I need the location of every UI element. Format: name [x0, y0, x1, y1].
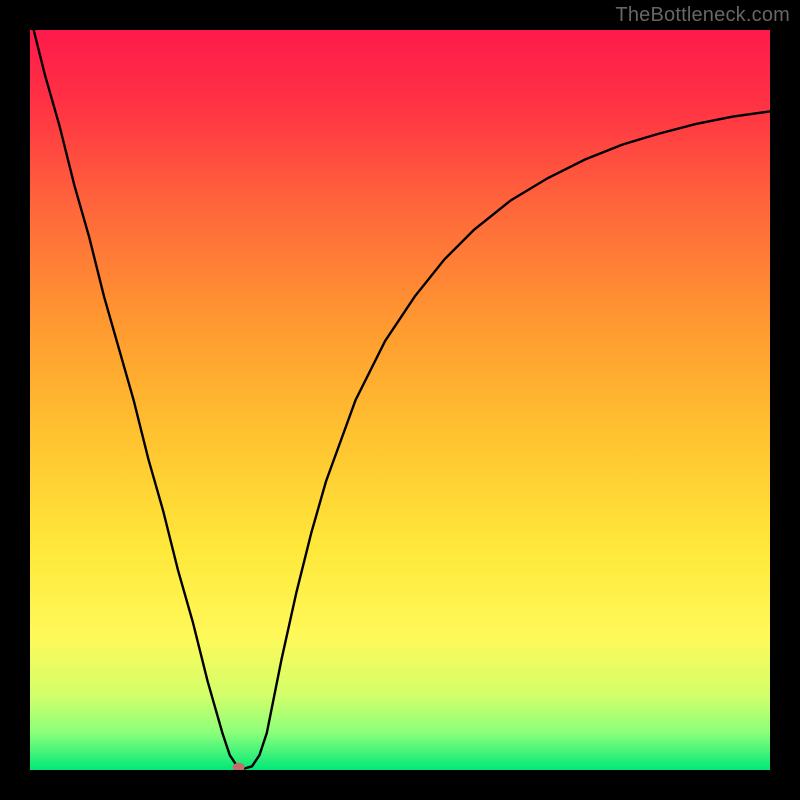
gradient-background	[30, 30, 770, 770]
watermark-text: TheBottleneck.com	[615, 4, 790, 27]
chart-frame: TheBottleneck.com	[0, 0, 800, 800]
plot-area	[30, 30, 770, 770]
chart-svg	[30, 30, 770, 770]
